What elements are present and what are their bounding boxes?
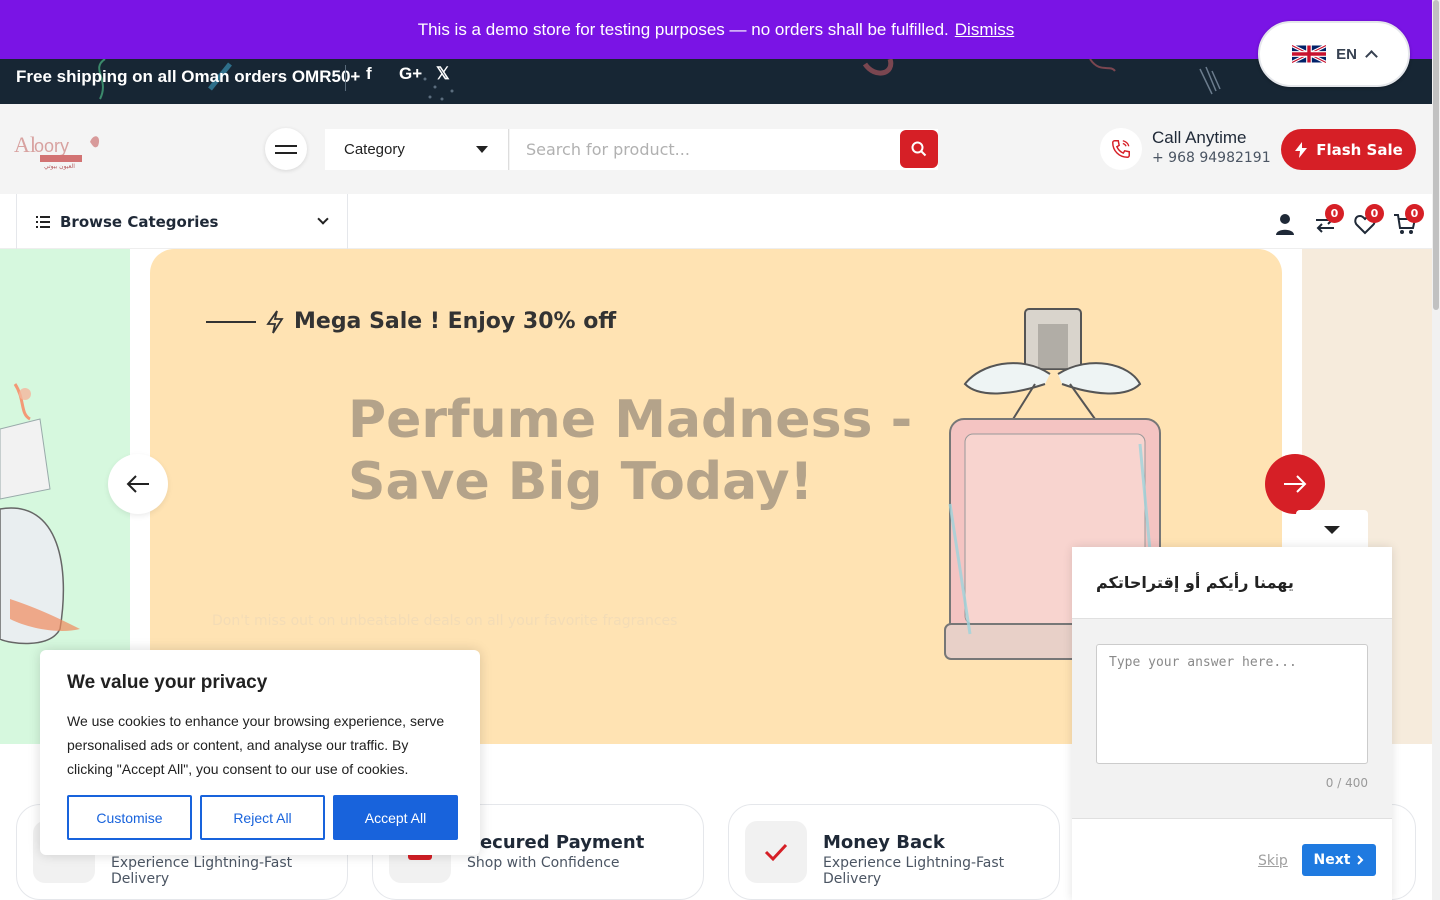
cookie-title: We value your privacy: [67, 672, 268, 693]
demo-banner-text: This is a demo store for testing purpose…: [417, 19, 949, 39]
cookie-text: We use cookies to enhance your browsing …: [67, 713, 445, 777]
language-switcher[interactable]: EN: [1258, 21, 1410, 87]
caret-down-icon: [476, 146, 488, 153]
category-select[interactable]: Category: [325, 129, 509, 170]
main-header: Al oory العيون بيوتي Category Search for…: [0, 104, 1432, 194]
decorative-doodles-right: [862, 59, 1221, 95]
facebook-icon[interactable]: f: [366, 64, 372, 84]
slider-next-button[interactable]: [1265, 454, 1325, 514]
x-icon[interactable]: 𝕏: [436, 64, 450, 84]
cart-count-badge: 0: [1405, 204, 1424, 223]
phone-number[interactable]: + 968 94982191: [1152, 150, 1271, 166]
list-icon: [36, 215, 50, 228]
browse-categories-dropdown[interactable]: Browse Categories: [16, 194, 348, 249]
chevron-right-icon: [1357, 855, 1364, 865]
skip-link[interactable]: Skip: [1258, 853, 1288, 869]
accept-all-button[interactable]: Accept All: [333, 795, 458, 840]
divider: [345, 65, 346, 91]
checkmark-icon: [745, 821, 807, 883]
next-button[interactable]: Next: [1302, 844, 1376, 876]
arrow-right-icon: [1284, 475, 1307, 493]
caret-down-icon: [1324, 526, 1340, 534]
feature-subtitle: Experience Lightning-Fast Delivery: [111, 855, 293, 887]
hamburger-menu-button[interactable]: [265, 128, 307, 170]
feedback-question: يهمنا رأيكم أو إقتراحاتكم: [1072, 547, 1392, 619]
arrow-left-icon: [126, 475, 149, 493]
flash-sale-label: Flash Sale: [1316, 140, 1403, 159]
compare-count-badge: 0: [1325, 204, 1344, 223]
google-plus-icon[interactable]: G+: [399, 64, 422, 84]
wishlist-count-badge: 0: [1365, 204, 1384, 223]
search-icon: [911, 141, 927, 157]
svg-text:oory: oory: [34, 136, 69, 156]
feature-subtitle: Experience Lightning-Fast Delivery: [823, 855, 1005, 887]
slide-eyebrow-text: Mega Sale ! Enjoy 30% off: [294, 309, 617, 334]
feedback-widget: يهمنا رأيكم أو إقتراحاتكم 0 / 400 Skip N…: [1072, 547, 1392, 900]
slide-subtitle: Don't miss out on unbeatable deals on al…: [212, 613, 678, 629]
dismiss-link[interactable]: Dismiss: [955, 20, 1015, 40]
phone-icon: [1100, 128, 1142, 170]
demo-store-banner: This is a demo store for testing purpose…: [0, 0, 1432, 59]
lightning-icon: [1295, 141, 1308, 158]
user-account-icon[interactable]: [1273, 212, 1297, 236]
navigation-bar: Browse Categories 0 0 0: [0, 194, 1432, 249]
scrollbar-thumb[interactable]: [1433, 0, 1439, 310]
browse-categories-label: Browse Categories: [60, 212, 219, 231]
category-select-label: Category: [344, 141, 405, 158]
slide-title: Perfume Madness - Save Big Today!: [348, 390, 913, 512]
flash-sale-button[interactable]: Flash Sale: [1281, 129, 1416, 170]
svg-text:Al: Al: [14, 132, 36, 157]
lightning-icon: [266, 309, 284, 333]
slider-prev-button[interactable]: [108, 454, 168, 514]
feature-title: Secured Payment: [467, 832, 645, 853]
slide-eyebrow: Mega Sale ! Enjoy 30% off: [206, 309, 616, 334]
search-button[interactable]: [900, 130, 938, 168]
store-logo[interactable]: Al oory العيون بيوتي: [14, 130, 106, 170]
top-info-strip: Free shipping on all Oman orders OMR50+ …: [0, 59, 1432, 104]
language-code: EN: [1336, 45, 1357, 63]
next-label: Next: [1313, 852, 1351, 868]
reject-all-button[interactable]: Reject All: [200, 795, 325, 840]
chevron-up-icon: [1365, 49, 1378, 63]
page: This is a demo store for testing purpose…: [0, 0, 1440, 900]
feedback-answer-input[interactable]: [1096, 644, 1368, 764]
feedback-footer: Skip Next: [1072, 818, 1392, 900]
free-shipping-text: Free shipping on all Oman orders OMR50+: [16, 67, 361, 86]
cookie-consent-dialog: We value your privacy We use cookies to …: [40, 650, 480, 855]
uk-flag-icon: [1292, 42, 1327, 66]
chevron-down-icon: [317, 213, 329, 225]
feedback-collapse-toggle[interactable]: [1296, 510, 1368, 550]
feature-card-money-back: Money Back Experience Lightning-Fast Del…: [728, 804, 1060, 900]
call-anytime-label: Call Anytime: [1152, 128, 1247, 147]
customise-button[interactable]: Customise: [67, 795, 192, 840]
search-input[interactable]: [510, 129, 938, 170]
feature-title: Money Back: [823, 832, 945, 853]
feature-subtitle: Shop with Confidence: [467, 855, 620, 871]
character-count: 0 / 400: [1325, 776, 1368, 790]
svg-text:العيون بيوتي: العيون بيوتي: [44, 163, 75, 170]
cookie-buttons: Customise Reject All Accept All: [67, 795, 458, 840]
